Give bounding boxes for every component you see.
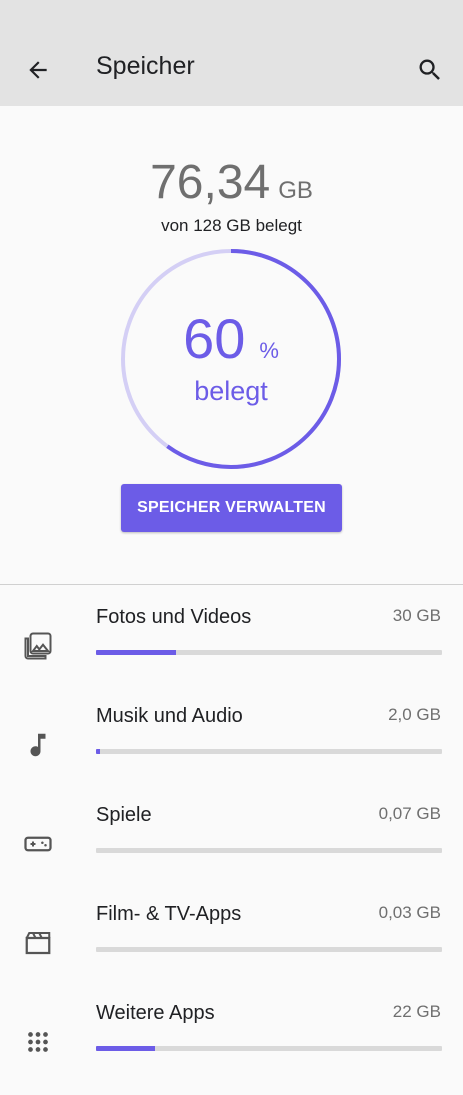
usage-ring-text: 60% belegt: [120, 248, 342, 470]
category-label: Spiele: [96, 804, 152, 826]
category-label: Musik und Audio: [96, 705, 243, 727]
category-label: Fotos und Videos: [96, 606, 252, 628]
storage-summary: 76,34 GB von 128 GB belegt: [0, 150, 463, 236]
used-value: 76,34: [150, 156, 271, 209]
used-of-total: von 128 GB belegt: [161, 216, 302, 235]
category-usage-bar: [96, 947, 442, 952]
category-usage-fill: [96, 650, 176, 655]
divider: [0, 584, 463, 585]
app-bar: Speicher: [0, 0, 463, 106]
used-amount: 76,34 GB: [0, 150, 463, 216]
storage-category-row[interactable]: Spiele 0,07 GB: [0, 798, 463, 897]
usage-percent-value: 60: [183, 307, 246, 370]
category-usage-bar: [96, 848, 442, 853]
storage-category-row[interactable]: Weitere Apps 22 GB: [0, 996, 463, 1095]
category-label: Film- & TV-Apps: [96, 903, 242, 925]
usage-percent-symbol: %: [259, 338, 279, 363]
category-label: Weitere Apps: [96, 1002, 215, 1024]
category-size: 2,0 GB: [388, 705, 441, 724]
usage-percent: 60%: [120, 306, 342, 371]
used-unit: GB: [278, 177, 313, 204]
movie-icon: [22, 927, 54, 959]
usage-percent-label: belegt: [194, 376, 268, 406]
back-button[interactable]: [18, 48, 58, 92]
category-usage-bar: [96, 1046, 442, 1051]
gamepad-icon: [22, 828, 54, 860]
search-button[interactable]: [410, 48, 450, 92]
category-usage-bar: [96, 650, 442, 655]
category-usage-fill: [96, 749, 101, 754]
storage-category-row[interactable]: Film- & TV-Apps 0,03 GB: [0, 897, 463, 996]
category-usage-fill: [96, 1046, 155, 1051]
manage-storage-button[interactable]: SPEICHER VERWALTEN: [121, 484, 342, 532]
apps-grid-icon: [22, 1026, 54, 1058]
music-note-icon: [22, 729, 54, 761]
photo-library-icon: [22, 630, 54, 662]
category-usage-bar: [96, 749, 442, 754]
search-icon: [419, 59, 440, 80]
storage-category-row[interactable]: Fotos und Videos 30 GB: [0, 600, 463, 699]
arrow-back-icon: [29, 61, 47, 79]
category-size: 0,07 GB: [378, 804, 441, 823]
category-size: 22 GB: [392, 1002, 441, 1021]
page-title: Speicher: [96, 52, 195, 80]
category-size: 30 GB: [392, 606, 441, 625]
storage-category-row[interactable]: Musik und Audio 2,0 GB: [0, 699, 463, 798]
category-size: 0,03 GB: [378, 903, 441, 922]
